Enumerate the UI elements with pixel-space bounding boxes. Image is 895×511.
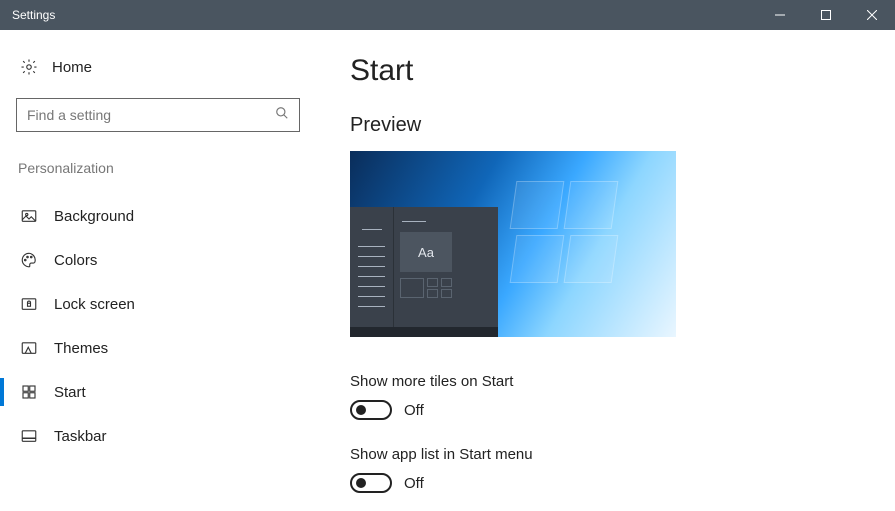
maximize-button[interactable]: [803, 0, 849, 30]
lock-frame-icon: [20, 295, 38, 313]
setting-label-applist: Show app list in Start menu: [350, 446, 895, 463]
sidebar-item-label: Themes: [54, 340, 108, 357]
sidebar-item-label: Colors: [54, 252, 97, 269]
minimize-button[interactable]: [757, 0, 803, 30]
toggle-more-tiles-state: Off: [404, 402, 424, 419]
sidebar-item-label: Taskbar: [54, 428, 107, 445]
home-label: Home: [52, 59, 92, 76]
maximize-icon: [821, 10, 831, 20]
start-preview: Aa: [350, 151, 676, 337]
sidebar-item-label: Background: [54, 208, 134, 225]
sidebar-item-background[interactable]: Background: [16, 194, 302, 238]
sidebar-item-colors[interactable]: Colors: [16, 238, 302, 282]
toggle-app-list-state: Off: [404, 475, 424, 492]
window-title: Settings: [12, 8, 757, 22]
sidebar-item-start[interactable]: Start: [16, 370, 302, 414]
minimize-icon: [775, 10, 785, 20]
gear-icon: [20, 58, 38, 76]
sidebar-item-label: Start: [54, 384, 86, 401]
close-icon: [867, 10, 877, 20]
palette-icon: [20, 251, 38, 269]
main-content: Start Preview Aa: [320, 30, 895, 511]
sidebar-item-taskbar[interactable]: Taskbar: [16, 414, 302, 458]
search-box[interactable]: [16, 98, 300, 132]
search-icon: [275, 106, 289, 125]
toggle-app-list[interactable]: [350, 473, 392, 493]
start-grid-icon: [20, 383, 38, 401]
toggle-more-tiles[interactable]: [350, 400, 392, 420]
preview-heading: Preview: [350, 114, 895, 137]
titlebar: Settings: [0, 0, 895, 30]
close-button[interactable]: [849, 0, 895, 30]
sidebar: Home Personalization Background Colors: [0, 30, 320, 511]
page-title: Start: [350, 54, 895, 88]
preview-tile-text: Aa: [400, 232, 452, 272]
start-menu-mock: Aa: [350, 207, 498, 337]
section-header: Personalization: [16, 160, 302, 176]
home-button[interactable]: Home: [16, 58, 302, 76]
picture-icon: [20, 207, 38, 225]
sidebar-item-lock-screen[interactable]: Lock screen: [16, 282, 302, 326]
windows-logo-backdrop: [513, 181, 633, 301]
taskbar-icon: [20, 427, 38, 445]
sidebar-item-label: Lock screen: [54, 296, 135, 313]
sidebar-item-themes[interactable]: Themes: [16, 326, 302, 370]
search-input[interactable]: [27, 107, 275, 123]
brush-icon: [20, 339, 38, 357]
setting-label-tiles: Show more tiles on Start: [350, 373, 895, 390]
